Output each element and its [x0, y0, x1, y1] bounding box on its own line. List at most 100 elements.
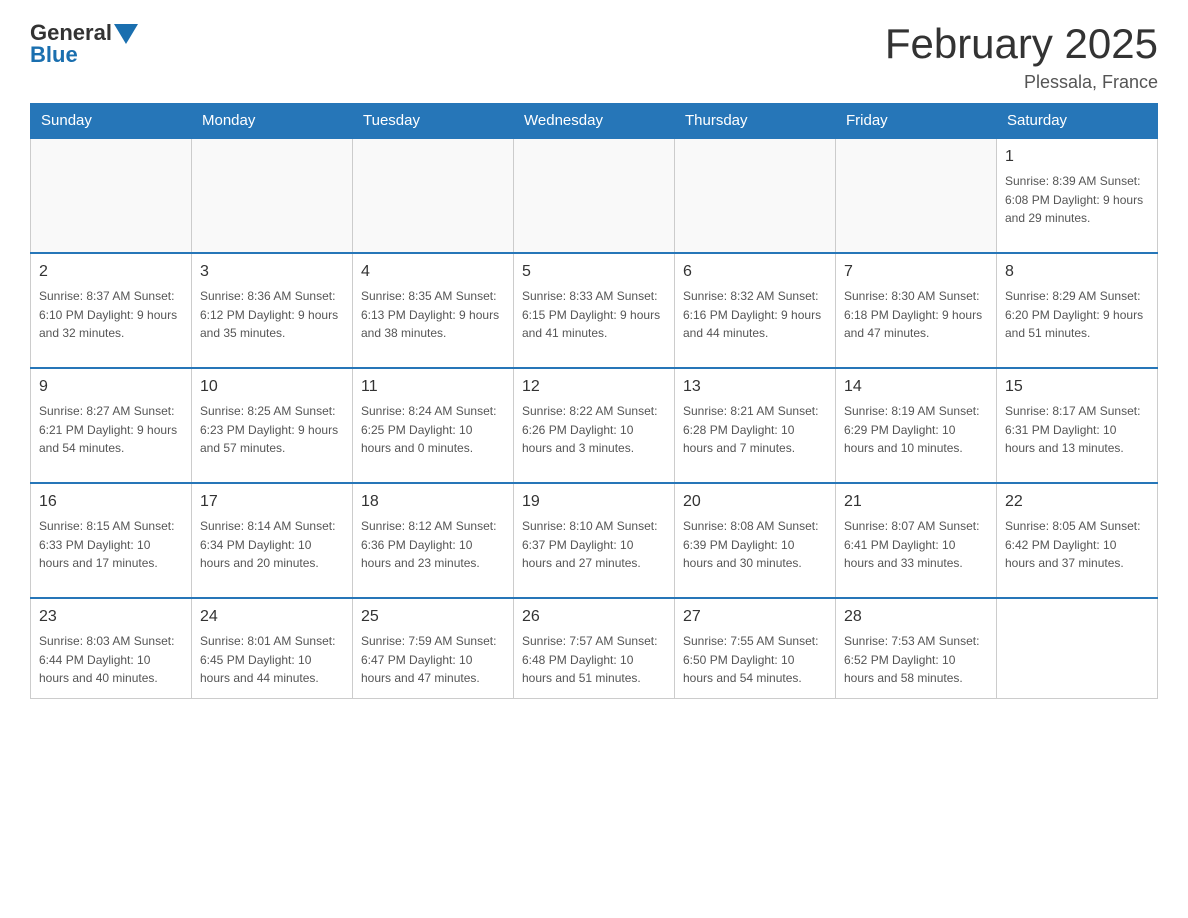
calendar-day-cell: 10 Sunrise: 8:25 AM Sunset: 6:23 PM Dayli… [192, 368, 353, 483]
calendar-day-cell: 21 Sunrise: 8:07 AM Sunset: 6:41 PM Dayli… [836, 483, 997, 598]
day-info: Sunrise: 8:36 AM Sunset: 6:12 PM Dayligh… [200, 287, 344, 343]
calendar-day-cell: 18 Sunrise: 8:12 AM Sunset: 6:36 PM Dayli… [353, 483, 514, 598]
calendar-day-cell [353, 138, 514, 253]
day-number: 2 [39, 260, 183, 284]
calendar-header-row: SundayMondayTuesdayWednesdayThursdayFrid… [31, 104, 1158, 139]
day-info: Sunrise: 8:10 AM Sunset: 6:37 PM Dayligh… [522, 517, 666, 573]
calendar-header-friday: Friday [836, 104, 997, 139]
day-number: 8 [1005, 260, 1149, 284]
calendar-day-cell: 2 Sunrise: 8:37 AM Sunset: 6:10 PM Daylig… [31, 253, 192, 368]
day-number: 1 [1005, 145, 1149, 169]
calendar-week-row: 1 Sunrise: 8:39 AM Sunset: 6:08 PM Daylig… [31, 138, 1158, 253]
day-info: Sunrise: 8:17 AM Sunset: 6:31 PM Dayligh… [1005, 402, 1149, 458]
logo-triangle-icon [114, 24, 138, 44]
logo: General Blue [30, 20, 138, 68]
day-number: 14 [844, 375, 988, 399]
day-info: Sunrise: 8:15 AM Sunset: 6:33 PM Dayligh… [39, 517, 183, 573]
calendar-day-cell: 17 Sunrise: 8:14 AM Sunset: 6:34 PM Dayli… [192, 483, 353, 598]
day-number: 12 [522, 375, 666, 399]
calendar-day-cell: 6 Sunrise: 8:32 AM Sunset: 6:16 PM Daylig… [675, 253, 836, 368]
calendar-week-row: 2 Sunrise: 8:37 AM Sunset: 6:10 PM Daylig… [31, 253, 1158, 368]
day-info: Sunrise: 8:07 AM Sunset: 6:41 PM Dayligh… [844, 517, 988, 573]
calendar-day-cell [997, 598, 1158, 698]
calendar-day-cell: 4 Sunrise: 8:35 AM Sunset: 6:13 PM Daylig… [353, 253, 514, 368]
calendar-day-cell [192, 138, 353, 253]
day-info: Sunrise: 8:37 AM Sunset: 6:10 PM Dayligh… [39, 287, 183, 343]
calendar-day-cell: 3 Sunrise: 8:36 AM Sunset: 6:12 PM Daylig… [192, 253, 353, 368]
day-info: Sunrise: 8:22 AM Sunset: 6:26 PM Dayligh… [522, 402, 666, 458]
day-number: 3 [200, 260, 344, 284]
calendar-day-cell: 15Sunrise: 8:17 AM Sunset: 6:31 PM Dayli… [997, 368, 1158, 483]
day-info: Sunrise: 7:55 AM Sunset: 6:50 PM Dayligh… [683, 632, 827, 688]
calendar-day-cell [514, 138, 675, 253]
calendar-header-wednesday: Wednesday [514, 104, 675, 139]
calendar-week-row: 23 Sunrise: 8:03 AM Sunset: 6:44 PM Dayli… [31, 598, 1158, 698]
calendar-day-cell: 28 Sunrise: 7:53 AM Sunset: 6:52 PM Dayli… [836, 598, 997, 698]
day-number: 10 [200, 375, 344, 399]
calendar-day-cell: 23 Sunrise: 8:03 AM Sunset: 6:44 PM Dayli… [31, 598, 192, 698]
day-number: 23 [39, 605, 183, 629]
calendar-day-cell [31, 138, 192, 253]
day-number: 13 [683, 375, 827, 399]
day-info: Sunrise: 8:21 AM Sunset: 6:28 PM Dayligh… [683, 402, 827, 458]
page-header: General Blue February 2025 Plessala, Fra… [30, 20, 1158, 93]
day-number: 24 [200, 605, 344, 629]
day-number: 9 [39, 375, 183, 399]
calendar-day-cell: 20 Sunrise: 8:08 AM Sunset: 6:39 PM Dayli… [675, 483, 836, 598]
title-area: February 2025 Plessala, France [885, 20, 1158, 93]
day-info: Sunrise: 8:12 AM Sunset: 6:36 PM Dayligh… [361, 517, 505, 573]
day-number: 19 [522, 490, 666, 514]
day-number: 6 [683, 260, 827, 284]
calendar-day-cell: 19 Sunrise: 8:10 AM Sunset: 6:37 PM Dayli… [514, 483, 675, 598]
day-number: 4 [361, 260, 505, 284]
calendar-header-thursday: Thursday [675, 104, 836, 139]
calendar-week-row: 9 Sunrise: 8:27 AM Sunset: 6:21 PM Daylig… [31, 368, 1158, 483]
day-info: Sunrise: 8:05 AM Sunset: 6:42 PM Dayligh… [1005, 517, 1149, 573]
calendar-header-saturday: Saturday [997, 104, 1158, 139]
day-info: Sunrise: 8:39 AM Sunset: 6:08 PM Dayligh… [1005, 172, 1149, 228]
day-info: Sunrise: 8:33 AM Sunset: 6:15 PM Dayligh… [522, 287, 666, 343]
calendar-day-cell: 26Sunrise: 7:57 AM Sunset: 6:48 PM Dayli… [514, 598, 675, 698]
calendar-day-cell [675, 138, 836, 253]
day-number: 26 [522, 605, 666, 629]
calendar-day-cell: 24 Sunrise: 8:01 AM Sunset: 6:45 PM Dayli… [192, 598, 353, 698]
location: Plessala, France [885, 72, 1158, 93]
calendar-day-cell: 13 Sunrise: 8:21 AM Sunset: 6:28 PM Dayli… [675, 368, 836, 483]
day-info: Sunrise: 8:01 AM Sunset: 6:45 PM Dayligh… [200, 632, 344, 688]
day-number: 25 [361, 605, 505, 629]
day-number: 22 [1005, 490, 1149, 514]
day-info: Sunrise: 8:35 AM Sunset: 6:13 PM Dayligh… [361, 287, 505, 343]
day-info: Sunrise: 8:29 AM Sunset: 6:20 PM Dayligh… [1005, 287, 1149, 343]
month-title: February 2025 [885, 20, 1158, 68]
calendar-day-cell: 5Sunrise: 8:33 AM Sunset: 6:15 PM Daylig… [514, 253, 675, 368]
calendar-week-row: 16Sunrise: 8:15 AM Sunset: 6:33 PM Dayli… [31, 483, 1158, 598]
day-info: Sunrise: 8:27 AM Sunset: 6:21 PM Dayligh… [39, 402, 183, 458]
day-number: 7 [844, 260, 988, 284]
calendar-header-sunday: Sunday [31, 104, 192, 139]
calendar-day-cell: 12 Sunrise: 8:22 AM Sunset: 6:26 PM Dayli… [514, 368, 675, 483]
logo-blue-text: Blue [30, 42, 138, 68]
day-info: Sunrise: 8:03 AM Sunset: 6:44 PM Dayligh… [39, 632, 183, 688]
day-info: Sunrise: 7:53 AM Sunset: 6:52 PM Dayligh… [844, 632, 988, 688]
day-info: Sunrise: 8:08 AM Sunset: 6:39 PM Dayligh… [683, 517, 827, 573]
day-info: Sunrise: 8:25 AM Sunset: 6:23 PM Dayligh… [200, 402, 344, 458]
calendar-day-cell: 11 Sunrise: 8:24 AM Sunset: 6:25 PM Dayli… [353, 368, 514, 483]
day-number: 11 [361, 375, 505, 399]
day-number: 17 [200, 490, 344, 514]
day-info: Sunrise: 8:14 AM Sunset: 6:34 PM Dayligh… [200, 517, 344, 573]
calendar-day-cell: 8 Sunrise: 8:29 AM Sunset: 6:20 PM Daylig… [997, 253, 1158, 368]
calendar-day-cell [836, 138, 997, 253]
day-number: 18 [361, 490, 505, 514]
day-info: Sunrise: 8:30 AM Sunset: 6:18 PM Dayligh… [844, 287, 988, 343]
day-number: 28 [844, 605, 988, 629]
day-info: Sunrise: 8:32 AM Sunset: 6:16 PM Dayligh… [683, 287, 827, 343]
calendar-header-monday: Monday [192, 104, 353, 139]
day-info: Sunrise: 8:19 AM Sunset: 6:29 PM Dayligh… [844, 402, 988, 458]
day-number: 20 [683, 490, 827, 514]
day-number: 27 [683, 605, 827, 629]
calendar-day-cell: 1 Sunrise: 8:39 AM Sunset: 6:08 PM Daylig… [997, 138, 1158, 253]
day-number: 21 [844, 490, 988, 514]
day-info: Sunrise: 8:24 AM Sunset: 6:25 PM Dayligh… [361, 402, 505, 458]
calendar-day-cell: 22 Sunrise: 8:05 AM Sunset: 6:42 PM Dayli… [997, 483, 1158, 598]
calendar-day-cell: 9 Sunrise: 8:27 AM Sunset: 6:21 PM Daylig… [31, 368, 192, 483]
